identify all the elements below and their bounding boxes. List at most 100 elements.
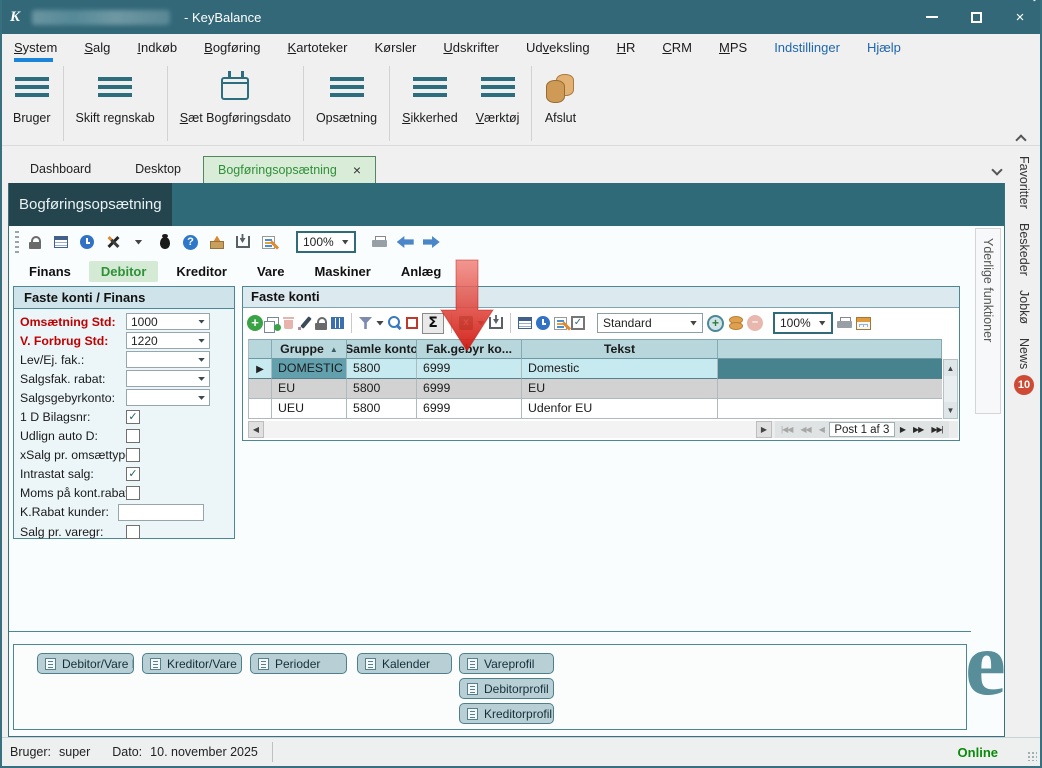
menu-item-crm[interactable]: CRM (662, 34, 692, 62)
caret-icon[interactable] (135, 240, 143, 245)
view-tab-debitor[interactable]: Debitor (89, 261, 159, 282)
button-kreditor-vare-bog[interactable]: Kreditor/Vare Bog (142, 653, 242, 674)
bug-icon[interactable] (160, 237, 170, 249)
menu-item-hr[interactable]: HR (617, 34, 636, 62)
calendar-grid-icon[interactable] (856, 317, 871, 330)
field-checkbox[interactable]: ✓ (126, 467, 140, 481)
button-debitorprofil[interactable]: Debitorprofil (459, 678, 554, 699)
printer-icon[interactable] (372, 236, 387, 248)
field-dropdown[interactable]: 1220 (126, 332, 210, 349)
menu-item-system[interactable]: System (14, 34, 57, 62)
table-row[interactable]: ▶DOMESTIC58006999Domestic (248, 359, 942, 379)
pager-back-icon[interactable]: ◀◀ (797, 425, 813, 434)
side-tab-news[interactable]: News (1017, 338, 1031, 369)
vertical-scrollbar[interactable]: ▲ ▼ (943, 359, 958, 419)
table-cell[interactable]: EU (272, 379, 347, 399)
help-icon[interactable]: ? (183, 235, 198, 250)
menu-item-salg[interactable]: Salg (84, 34, 110, 62)
ribbon-button-afslut[interactable]: Afslut (535, 62, 585, 145)
menu-item-kartoteker[interactable]: Kartoteker (288, 34, 348, 62)
plus-circle-icon[interactable]: + (707, 315, 724, 332)
button-debitor-vare-bog[interactable]: Debitor/Vare Bog (37, 653, 134, 674)
tools-icon[interactable] (106, 235, 120, 249)
edit-icon[interactable] (554, 317, 567, 330)
marquee-icon[interactable] (406, 317, 418, 329)
table-cell[interactable]: 6999 (417, 399, 522, 419)
scroll-right-icon[interactable]: ▶ (756, 421, 772, 438)
delete-icon[interactable] (283, 317, 294, 329)
resize-grip[interactable] (1027, 751, 1037, 761)
table-cell[interactable]: 5800 (347, 359, 417, 379)
tab-bogf-ringsops-tning[interactable]: Bogføringsopsætning× (203, 156, 376, 183)
table-row[interactable]: EU58006999EU (248, 379, 942, 399)
table-cell[interactable]: DOMESTIC (272, 359, 347, 379)
table-cell[interactable]: Udenfor EU (522, 399, 718, 419)
view-tab-finans[interactable]: Finans (17, 261, 83, 282)
menu-item-bogføring[interactable]: Bogføring (204, 34, 260, 62)
table-icon[interactable] (518, 317, 532, 329)
field-checkbox[interactable] (126, 525, 140, 539)
view-tab-kreditor[interactable]: Kreditor (164, 261, 239, 282)
ribbon-button-s-t-bogf-ringsdato[interactable]: Sæt Bogføringsdato (171, 62, 300, 145)
scroll-up-icon[interactable]: ▲ (944, 360, 957, 376)
pen-icon[interactable] (298, 317, 311, 330)
side-tab-jobkø[interactable]: Jobkø (1017, 290, 1031, 324)
table-icon[interactable] (54, 236, 68, 248)
menu-item-mps[interactable]: MPS (719, 34, 747, 62)
column-header-samle-konto[interactable]: Samle konto (347, 339, 417, 359)
button-kalender[interactable]: Kalender (357, 653, 452, 674)
menu-item-indkøb[interactable]: Indkøb (137, 34, 177, 62)
table-cell[interactable]: Domestic (522, 359, 718, 379)
view-tab-anlæg[interactable]: Anlæg (389, 261, 453, 282)
close-tab-icon[interactable]: × (353, 163, 361, 177)
filter-icon[interactable] (359, 317, 372, 329)
arrow-right-icon[interactable] (423, 236, 440, 248)
ribbon-button-skift-regnskab[interactable]: Skift regnskab (67, 62, 164, 145)
ribbon-button-sikkerhed[interactable]: Sikkerhed (393, 62, 467, 145)
table-cell[interactable]: 6999 (417, 359, 522, 379)
minimize-button[interactable] (910, 0, 954, 34)
grid-zoom-select[interactable]: 100% (773, 312, 833, 334)
search-icon[interactable] (388, 316, 402, 330)
zoom-select[interactable]: 100% (296, 231, 356, 253)
ribbon-button-bruger[interactable]: Bruger (4, 62, 60, 145)
field-checkbox[interactable] (126, 486, 140, 500)
column-header-tekst[interactable]: Tekst (522, 339, 718, 359)
coins-icon[interactable] (728, 316, 743, 331)
ribbon-button-v-rkt-j[interactable]: Værktøj (467, 62, 529, 145)
copy-icon[interactable] (267, 317, 279, 329)
menu-item-hjælp[interactable]: Hjælp (867, 34, 901, 62)
arrow-left-icon[interactable] (397, 236, 414, 248)
field-dropdown[interactable] (126, 389, 210, 406)
clock-icon[interactable] (536, 316, 550, 330)
clock-icon[interactable] (80, 235, 94, 249)
table-cell[interactable]: EU (522, 379, 718, 399)
export-icon[interactable] (489, 317, 503, 329)
field-dropdown[interactable] (126, 370, 210, 387)
pager-forward-icon[interactable]: ▶▶| (928, 425, 945, 434)
button-kreditorprofil[interactable]: Kreditorprofil (459, 703, 554, 724)
pager-forward-icon[interactable]: ▶▶ (910, 425, 926, 434)
sigma-icon[interactable]: Σ (422, 313, 444, 334)
scroll-left-icon[interactable]: ◀ (248, 421, 264, 438)
ribbon-button-ops-tning[interactable]: Opsætning (307, 62, 386, 145)
lock-icon[interactable] (29, 236, 41, 249)
printer-icon[interactable] (837, 317, 852, 329)
table-row[interactable]: UEU58006999Udenfor EU (248, 399, 942, 419)
columns-icon[interactable] (331, 317, 344, 329)
lock-icon[interactable] (315, 317, 327, 330)
checkbox-icon[interactable]: ✓ (571, 316, 585, 330)
pager-forward-icon[interactable]: ▶ (897, 425, 908, 434)
menu-item-udveksling[interactable]: Udveksling (526, 34, 590, 62)
side-tab-favoritter[interactable]: Favoritter (1017, 156, 1031, 209)
minus-circle-icon[interactable]: – (747, 315, 763, 331)
pager-back-icon[interactable]: ◀ (816, 425, 827, 434)
menu-item-indstillinger[interactable]: Indstillinger (774, 34, 840, 62)
grip-icon[interactable] (15, 231, 19, 253)
field-checkbox[interactable] (126, 448, 140, 462)
table-cell[interactable]: 5800 (347, 399, 417, 419)
archive-icon[interactable] (210, 236, 224, 249)
button-vareprofil[interactable]: Vareprofil (459, 653, 554, 674)
edit-icon[interactable] (262, 236, 275, 249)
add-icon[interactable]: + (247, 315, 263, 331)
